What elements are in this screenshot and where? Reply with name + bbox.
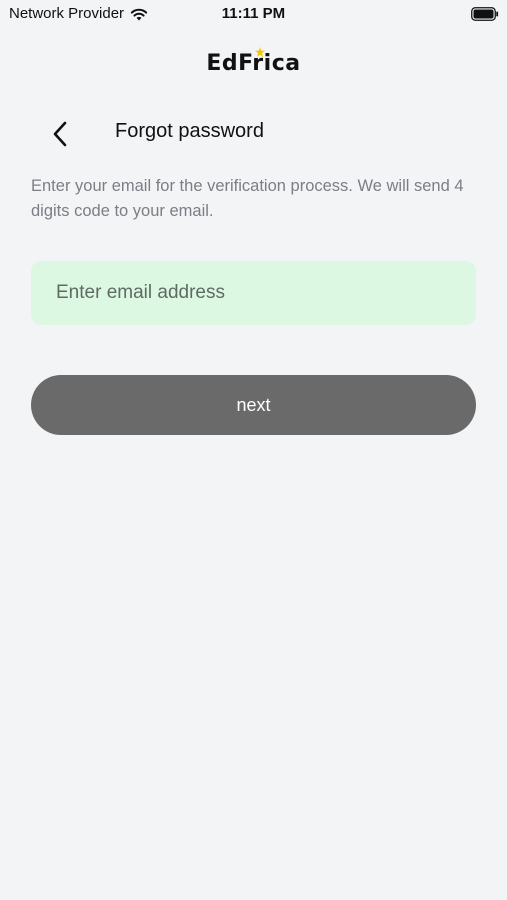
chevron-left-icon <box>53 121 67 147</box>
back-button[interactable] <box>42 116 78 152</box>
next-button[interactable]: next <box>31 375 476 435</box>
page-title: Forgot password <box>115 120 264 142</box>
logo-text: EdFrica <box>206 51 301 76</box>
page-header: Forgot password <box>0 110 507 154</box>
clock: 11:11 PM <box>221 5 286 22</box>
battery-icon <box>471 7 499 21</box>
app-logo: EdFrica <box>0 47 507 76</box>
star-icon <box>255 47 266 57</box>
instructions-text: Enter your email for the verification pr… <box>31 177 464 220</box>
status-bar: Network Provider 11:11 PM <box>0 0 507 28</box>
email-field[interactable] <box>31 261 476 325</box>
